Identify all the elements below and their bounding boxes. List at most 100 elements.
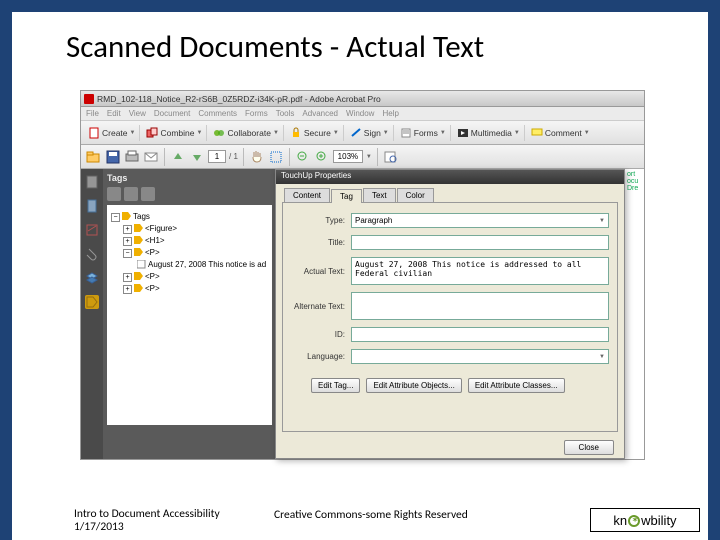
pdf-app-icon <box>84 94 94 104</box>
document-fragment: ort ocu Dre <box>624 169 644 229</box>
comment-button[interactable]: Comment▼ <box>527 125 594 141</box>
zoom-out-icon[interactable] <box>295 149 311 165</box>
tags-toolbar <box>107 187 272 201</box>
language-label: Language: <box>291 352 351 361</box>
pages-panel-icon[interactable] <box>85 175 99 189</box>
menu-file[interactable]: File <box>86 109 99 118</box>
separator <box>164 148 165 166</box>
titlebar-text: RMD_102-118_Notice_R2-rS6B_0Z5RDZ-i34K-p… <box>97 94 381 104</box>
lock-icon <box>290 127 302 139</box>
menu-tools[interactable]: Tools <box>276 109 295 118</box>
attachments-panel-icon[interactable] <box>85 247 99 261</box>
acrobat-window: RMD_102-118_Notice_R2-rS6B_0Z5RDZ-i34K-p… <box>80 90 645 460</box>
dialog-tabs: Content Tag Text Color <box>276 188 624 202</box>
page-number-input[interactable] <box>208 150 226 163</box>
tree-node-p2: +<P> <box>111 271 268 283</box>
tab-tag[interactable]: Tag <box>331 189 362 203</box>
page-down-icon[interactable] <box>189 149 205 165</box>
dialog-body: Type:Paragraph▼ Title: Actual Text:Augus… <box>282 202 618 432</box>
navigation-pane <box>81 169 103 459</box>
type-select[interactable]: Paragraph▼ <box>351 213 609 228</box>
menubar: File Edit View Document Comments Forms T… <box>81 107 644 121</box>
edit-attribute-objects-button[interactable]: Edit Attribute Objects... <box>366 378 461 393</box>
menu-comments[interactable]: Comments <box>198 109 237 118</box>
footer-title: Intro to Document Accessibility <box>74 508 254 521</box>
tab-content[interactable]: Content <box>284 188 330 202</box>
menu-help[interactable]: Help <box>382 109 398 118</box>
sign-icon <box>350 127 362 139</box>
separator <box>289 148 290 166</box>
menu-window[interactable]: Window <box>346 109 374 118</box>
menu-document[interactable]: Document <box>154 109 190 118</box>
tree-node-p: −<P> <box>111 247 268 259</box>
tags-panel: Tags −Tags +<Figure> +<H1> −<P> August 2… <box>103 169 276 459</box>
menu-advanced[interactable]: Advanced <box>302 109 338 118</box>
signatures-panel-icon[interactable] <box>85 223 99 237</box>
primary-toolbar: Create▼ Combine▼ Collaborate▼ Secure▼ Si… <box>81 121 644 145</box>
tree-node-p3: +<P> <box>111 283 268 295</box>
actual-text-input[interactable]: August 27, 2008 This notice is addressed… <box>351 257 609 285</box>
collaborate-icon <box>213 127 225 139</box>
create-icon <box>88 127 100 139</box>
edit-tag-button[interactable]: Edit Tag... <box>311 378 360 393</box>
tags-tree[interactable]: −Tags +<Figure> +<H1> −<P> August 27, 20… <box>107 205 272 425</box>
slide-title: Scanned Documents - Actual Text <box>66 28 484 66</box>
language-select[interactable]: ▼ <box>351 349 609 364</box>
touchup-properties-dialog: TouchUp Properties Content Tag Text Colo… <box>275 169 625 459</box>
menu-view[interactable]: View <box>129 109 146 118</box>
sign-button[interactable]: Sign▼ <box>346 125 394 141</box>
select-tool-icon[interactable] <box>268 149 284 165</box>
bookmarks-panel-icon[interactable] <box>85 199 99 213</box>
forms-button[interactable]: Forms▼ <box>396 125 451 141</box>
alternate-text-input[interactable] <box>351 292 609 320</box>
edit-attribute-classes-button[interactable]: Edit Attribute Classes... <box>468 378 565 393</box>
title-input[interactable] <box>351 235 609 250</box>
menu-forms[interactable]: Forms <box>245 109 268 118</box>
title-label: Title: <box>291 238 351 247</box>
open-icon[interactable] <box>86 149 102 165</box>
tags-options-icon[interactable] <box>141 187 155 201</box>
create-button[interactable]: Create▼ <box>84 125 140 141</box>
close-button[interactable]: Close <box>564 440 614 455</box>
alternate-text-label: Alternate Text: <box>291 302 351 311</box>
separator <box>243 148 244 166</box>
zoom-dropdown[interactable]: ▼ <box>366 154 372 160</box>
knowbility-logo: kn✶wbility <box>590 508 700 532</box>
footer-left: Intro to Document Accessibility 1/17/201… <box>74 508 254 533</box>
multimedia-icon <box>457 127 469 139</box>
page-total: / 1 <box>229 152 238 161</box>
find-icon[interactable] <box>383 149 399 165</box>
print-icon[interactable] <box>124 149 140 165</box>
tree-text-node: August 27, 2008 This notice is ad <box>111 259 268 271</box>
layers-panel-icon[interactable] <box>85 271 99 285</box>
dialog-title: TouchUp Properties <box>276 170 624 184</box>
secure-button[interactable]: Secure▼ <box>286 125 344 141</box>
id-input[interactable] <box>351 327 609 342</box>
tags-panel-icon[interactable] <box>85 295 99 309</box>
window-titlebar: RMD_102-118_Notice_R2-rS6B_0Z5RDZ-i34K-p… <box>81 91 644 107</box>
separator <box>377 148 378 166</box>
tab-color[interactable]: Color <box>397 188 434 202</box>
combine-button[interactable]: Combine▼ <box>142 125 207 141</box>
actual-text-label: Actual Text: <box>291 267 351 276</box>
tree-node-h1: +<H1> <box>111 235 268 247</box>
tags-tool-2[interactable] <box>124 187 138 201</box>
secondary-toolbar: / 1 ▼ <box>81 145 644 169</box>
save-icon[interactable] <box>105 149 121 165</box>
menu-edit[interactable]: Edit <box>107 109 121 118</box>
type-label: Type: <box>291 216 351 225</box>
tab-text[interactable]: Text <box>363 188 396 202</box>
comment-icon <box>531 127 543 139</box>
combine-icon <box>146 127 158 139</box>
page-up-icon[interactable] <box>170 149 186 165</box>
zoom-in-icon[interactable] <box>314 149 330 165</box>
id-label: ID: <box>291 330 351 339</box>
tags-panel-title: Tags <box>107 173 272 183</box>
multimedia-button[interactable]: Multimedia▼ <box>453 125 525 141</box>
forms-icon <box>400 127 412 139</box>
email-icon[interactable] <box>143 149 159 165</box>
tags-tool-1[interactable] <box>107 187 121 201</box>
collaborate-button[interactable]: Collaborate▼ <box>209 125 283 141</box>
zoom-input[interactable] <box>333 150 363 163</box>
hand-tool-icon[interactable] <box>249 149 265 165</box>
